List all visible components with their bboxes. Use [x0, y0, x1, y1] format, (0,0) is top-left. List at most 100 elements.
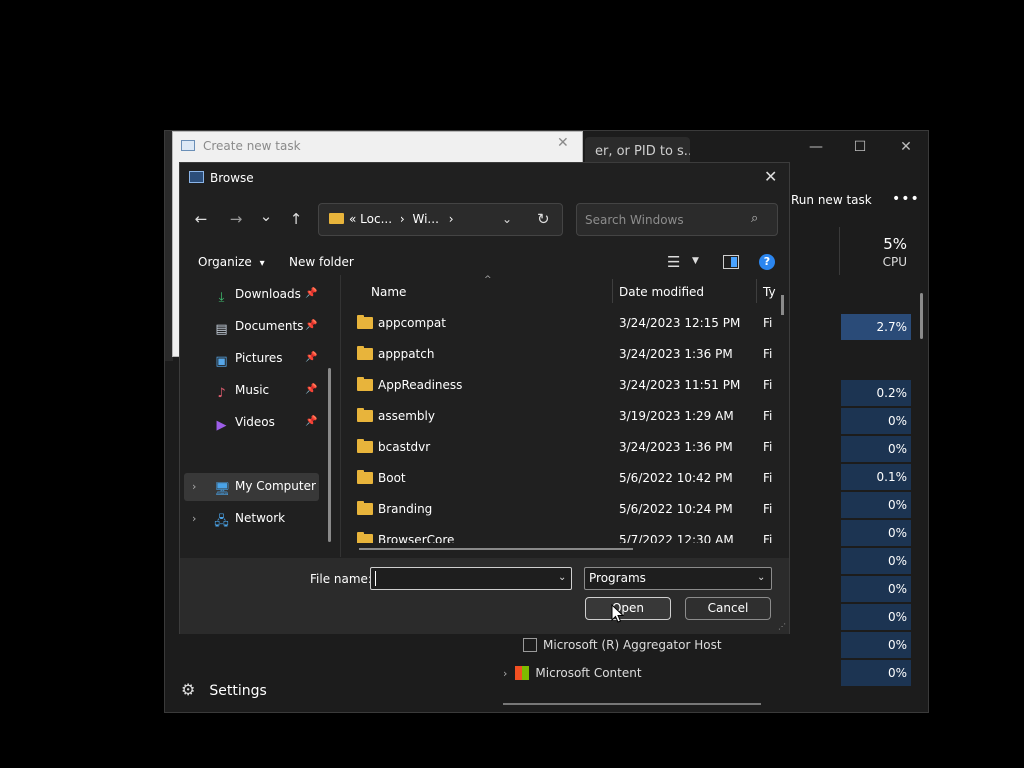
back-arrow-icon[interactable]: ← [190, 209, 212, 229]
cpu-cell: 0% [841, 492, 911, 518]
refresh-icon[interactable]: ↻ [537, 210, 550, 228]
expand-chevron-icon[interactable]: › [503, 667, 507, 680]
up-arrow-icon[interactable]: ↑ [285, 209, 307, 229]
cancel-button[interactable]: Cancel [685, 597, 771, 620]
breadcrumb-overflow-icon[interactable]: « [349, 212, 356, 226]
picture-icon: ▣ [215, 354, 228, 369]
close-icon[interactable]: ✕ [764, 167, 777, 186]
address-bar[interactable]: « Loc... › Wi... › ⌄ ↻ [318, 203, 563, 236]
cpu-cell: 0% [841, 436, 911, 462]
preview-pane-icon[interactable] [723, 255, 739, 269]
breadcrumb-separator-icon[interactable]: › [400, 212, 405, 226]
nav-item-my-computer[interactable]: 🖥 My Computer [214, 476, 316, 497]
open-button[interactable]: Open [585, 597, 671, 620]
view-options-icon[interactable]: ☰ [667, 253, 680, 271]
search-input[interactable] [585, 211, 745, 229]
file-date: 3/24/2023 11:51 PM [619, 378, 741, 392]
breadcrumb-segment[interactable]: Wi... [413, 212, 439, 226]
file-type-value: Programs [589, 571, 646, 585]
chevron-down-icon[interactable]: ⌄ [757, 572, 765, 583]
column-header-date-modified[interactable]: Date modified [619, 285, 704, 299]
file-list-horizontal-scrollbar[interactable] [359, 548, 633, 550]
sort-ascending-icon: ^ [484, 275, 492, 285]
expand-chevron-icon[interactable]: › [192, 480, 196, 493]
file-name: assembly [378, 409, 435, 423]
file-type: Fi [763, 533, 773, 543]
cpu-cell: 0% [841, 548, 911, 574]
chevron-down-icon[interactable]: ▼ [692, 256, 699, 266]
file-name: Branding [378, 502, 433, 516]
breadcrumb-separator-icon[interactable]: › [449, 212, 454, 226]
run-new-task-button[interactable]: Run new task [791, 193, 872, 207]
file-type-select[interactable]: Programs ⌄ [584, 567, 772, 590]
nav-item-music[interactable]: ♪ Music [214, 380, 269, 401]
help-icon[interactable]: ? [759, 254, 775, 270]
run-window-icon [181, 140, 195, 151]
close-icon[interactable]: ✕ [557, 135, 569, 151]
breadcrumb[interactable]: « Loc... › Wi... › [349, 212, 454, 226]
list-item[interactable]: bcastdvr 3/24/2023 1:36 PM Fi [357, 435, 787, 459]
pin-icon[interactable]: 📌 [305, 288, 317, 299]
cpu-cell: 0.1% [841, 464, 911, 490]
list-item[interactable]: appcompat 3/24/2023 12:15 PM Fi [357, 311, 787, 335]
nav-item-network[interactable]: 🖧 Network [214, 508, 285, 529]
more-options-icon[interactable]: ••• [892, 191, 920, 207]
nav-item-pictures[interactable]: ▣ Pictures [214, 348, 282, 369]
minimize-button[interactable]: — [801, 137, 831, 157]
cpu-cell: 0% [841, 660, 911, 686]
task-manager-scrollbar[interactable] [920, 293, 923, 339]
gear-icon: ⚙ [181, 680, 196, 699]
file-type: Fi [763, 440, 773, 454]
file-date: 3/24/2023 1:36 PM [619, 347, 733, 361]
file-name: bcastdvr [378, 440, 431, 454]
resize-grip-icon[interactable]: ⋰ [778, 622, 786, 631]
nav-item-downloads[interactable]: ⤓ Downloads [214, 284, 301, 305]
nav-item-documents[interactable]: ▤ Documents [214, 316, 304, 337]
organize-button[interactable]: Organize ▾ [198, 255, 265, 269]
task-manager-horizontal-scrollbar[interactable] [503, 703, 761, 705]
pin-icon[interactable]: 📌 [305, 320, 317, 331]
chevron-down-icon[interactable]: ⌄ [558, 572, 566, 583]
list-item[interactable]: apppatch 3/24/2023 1:36 PM Fi [357, 342, 787, 366]
navigation-pane-scrollbar[interactable] [328, 368, 331, 542]
pin-icon[interactable]: 📌 [305, 416, 317, 427]
list-item[interactable]: Boot 5/6/2022 10:42 PM Fi [357, 466, 787, 490]
create-task-title: Create new task [203, 139, 301, 153]
column-header-name[interactable]: Name [371, 285, 406, 299]
list-item[interactable]: AppReadiness 3/24/2023 11:51 PM Fi [357, 373, 787, 397]
file-name-combobox[interactable]: ⌄ [370, 567, 572, 590]
list-item[interactable]: Branding 5/6/2022 10:24 PM Fi [357, 497, 787, 521]
cpu-column-header[interactable]: 5% CPU [839, 227, 913, 275]
breadcrumb-segment[interactable]: Loc... [360, 212, 392, 226]
expand-chevron-icon[interactable]: › [192, 512, 196, 525]
file-name-input[interactable] [375, 570, 545, 587]
column-divider[interactable] [612, 279, 613, 303]
list-item[interactable]: assembly 3/19/2023 1:29 AM Fi [357, 404, 787, 428]
list-item[interactable]: BrowserCore 5/7/2022 12:30 AM Fi [357, 528, 787, 543]
pin-icon[interactable]: 📌 [305, 384, 317, 395]
forward-arrow-icon[interactable]: → [225, 209, 247, 229]
text-caret [375, 571, 376, 586]
process-row[interactable]: Microsoft (R) Aggregator Host [523, 634, 722, 656]
file-type: Fi [763, 316, 773, 330]
address-dropdown-icon[interactable]: ⌄ [502, 212, 512, 226]
new-folder-button[interactable]: New folder [289, 255, 354, 269]
nav-item-label: Documents [235, 319, 304, 333]
column-header-type[interactable]: Ty [763, 285, 776, 299]
recent-locations-chevron-icon[interactable]: ⌄ [255, 206, 277, 226]
maximize-button[interactable]: ☐ [845, 137, 875, 157]
process-row[interactable]: › Microsoft Content [503, 662, 642, 684]
browse-dialog: Browse ✕ ← → ⌄ ↑ « Loc... › Wi... › ⌄ ↻ … [179, 162, 790, 634]
settings-nav-item[interactable]: ⚙ Settings [181, 680, 267, 699]
folder-icon [357, 315, 373, 329]
search-icon[interactable]: ⌕ [751, 211, 758, 226]
close-button[interactable]: ✕ [891, 137, 921, 157]
file-name: apppatch [378, 347, 435, 361]
search-box[interactable]: ⌕ [576, 203, 778, 236]
navigation-pane: ⤓ Downloads 📌 ▤ Documents 📌 ▣ Pictures 📌 ♪ M… [180, 278, 338, 558]
file-name: BrowserCore [378, 533, 455, 543]
nav-item-videos[interactable]: ▶ Videos [214, 412, 275, 433]
file-date: 5/7/2022 12:30 AM [619, 533, 734, 543]
pin-icon[interactable]: 📌 [305, 352, 317, 363]
column-divider[interactable] [756, 279, 757, 303]
